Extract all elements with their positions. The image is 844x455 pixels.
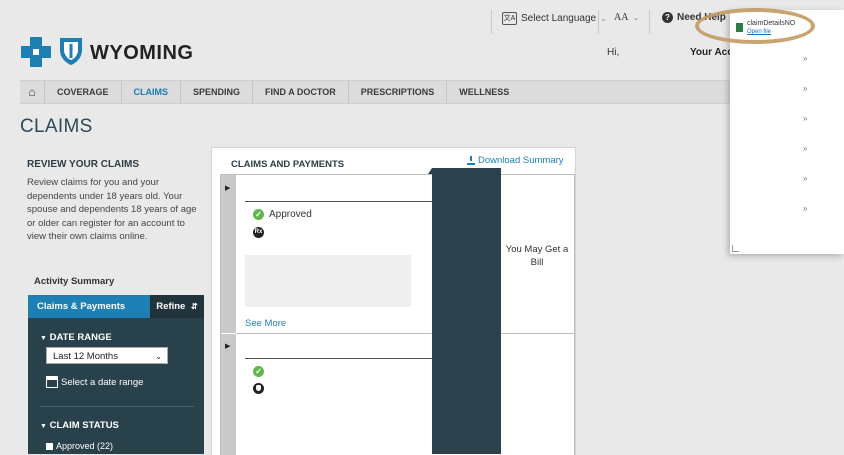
triangle-right-icon: ▶ <box>225 185 231 192</box>
divider <box>649 10 650 34</box>
help-icon: ? <box>662 12 673 23</box>
divider <box>40 406 194 407</box>
download-summary-link[interactable]: Download Summary <box>467 155 564 166</box>
filter-panel: ▼ DATE RANGE Last 12 Months ⌄ Select a d… <box>28 318 204 454</box>
calendar-icon <box>46 376 58 388</box>
translate-icon: 文A <box>502 12 517 25</box>
select-date-range-label: Select a date range <box>61 377 144 388</box>
claim-status: ✓ <box>253 366 264 377</box>
download-summary-label: Download Summary <box>478 155 564 166</box>
tick-mark: » <box>803 114 808 123</box>
claim-status-title: CLAIM STATUS <box>49 420 119 431</box>
download-icon <box>467 156 475 165</box>
your-account-link[interactable]: Your Acc <box>690 47 733 58</box>
tick-mark: » <box>803 144 808 153</box>
select-date-range-link[interactable]: Select a date range <box>46 376 143 388</box>
prescription-icon: Rx <box>253 227 264 238</box>
review-claims-title: REVIEW YOUR CLAIMS <box>27 159 140 170</box>
tab-spending[interactable]: SPENDING <box>181 81 254 103</box>
tick-mark: » <box>803 54 808 63</box>
triangle-right-icon: ▶ <box>225 343 231 350</box>
tab-prescriptions[interactable]: PRESCRIPTIONS <box>349 81 448 103</box>
select-language-button[interactable]: 文A Select Language ⌄ <box>502 12 607 25</box>
claims-payments-tab[interactable]: Claims & Payments <box>28 295 150 318</box>
triangle-down-icon: ▼ <box>40 335 47 342</box>
filter-icon: ⇵ <box>190 302 198 311</box>
divider <box>598 10 599 34</box>
tab-wellness[interactable]: WELLNESS <box>447 81 521 103</box>
status-approved-checkbox[interactable]: Approved (22) <box>46 441 113 451</box>
claim-status: ✓ Approved <box>253 209 312 220</box>
claim-details-placeholder <box>245 255 411 307</box>
activity-summary-label: Activity Summary <box>34 276 115 287</box>
chevron-down-icon: ⌄ <box>155 352 162 361</box>
chevron-down-icon: ⌄ <box>632 13 640 22</box>
download-popup: claimDetailsNO Open file » » » » » » <box>730 10 844 254</box>
date-range-value: Last 12 Months <box>53 351 118 362</box>
date-range-select[interactable]: Last 12 Months ⌄ <box>46 347 168 364</box>
claims-table: ▶ ✓ Approved Rx See More ▶ ✓ <box>220 174 575 455</box>
check-circle-icon: ✓ <box>253 209 264 220</box>
row-header-line <box>245 201 435 202</box>
date-range-title: DATE RANGE <box>49 332 112 343</box>
shield-logo-icon <box>60 38 82 65</box>
row-expand-toggle[interactable] <box>221 334 236 455</box>
row-divider <box>236 333 574 334</box>
highlight-ring <box>695 8 815 44</box>
you-may-get-a-bill-text: You May Get a Bill <box>505 244 569 268</box>
row-header-line <box>245 358 435 359</box>
text-size-button[interactable]: AA ⌄ <box>614 12 639 23</box>
refine-button[interactable]: Refine ⇵ <box>150 295 204 318</box>
review-claims-description: Review claims for you and your dependent… <box>27 177 197 242</box>
refine-label: Refine <box>156 301 186 312</box>
see-more-link[interactable]: See More <box>245 318 286 329</box>
tick-mark: » <box>803 204 808 213</box>
chevron-down-icon: ⌄ <box>600 14 607 23</box>
cross-logo-icon <box>21 37 51 67</box>
row-expand-toggle[interactable] <box>221 175 236 333</box>
claim-status-toggle[interactable]: ▼ CLAIM STATUS <box>40 420 119 431</box>
dental-icon <box>253 383 264 394</box>
select-language-label: Select Language <box>521 13 597 24</box>
tab-claims[interactable]: CLAIMS <box>122 81 182 103</box>
page-title: CLAIMS <box>20 116 93 137</box>
status-approved-label: Approved (22) <box>56 441 114 451</box>
home-icon[interactable]: ⌂ <box>20 81 45 103</box>
claim-status-label: Approved <box>269 209 312 220</box>
greeting: Hi, <box>607 47 620 58</box>
claims-payments-title: CLAIMS AND PAYMENTS <box>231 159 345 170</box>
tick-mark: » <box>803 84 808 93</box>
text-size-label: AA <box>614 12 629 23</box>
tab-find-a-doctor[interactable]: FIND A DOCTOR <box>253 81 349 103</box>
triangle-down-icon: ▼ <box>40 423 47 430</box>
filter-header: Claims & Payments Refine ⇵ <box>28 295 204 318</box>
resize-handle[interactable] <box>732 245 739 252</box>
tick-mark: » <box>803 174 808 183</box>
date-range-toggle[interactable]: ▼ DATE RANGE <box>40 332 112 343</box>
brand-name: WYOMING <box>90 42 194 64</box>
check-circle-icon: ✓ <box>253 366 264 377</box>
divider <box>491 10 492 34</box>
checkbox-icon <box>46 442 53 450</box>
claim-details-panel <box>432 168 501 454</box>
tab-coverage[interactable]: COVERAGE <box>45 81 122 103</box>
main-nav: ⌂ COVERAGE CLAIMS SPENDING FIND A DOCTOR… <box>20 80 732 104</box>
